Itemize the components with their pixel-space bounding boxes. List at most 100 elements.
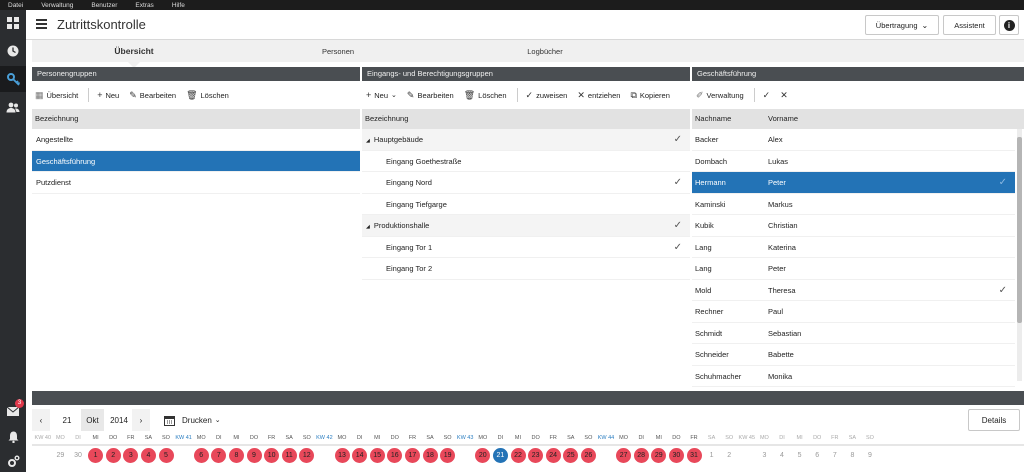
calendar-day[interactable]: 7	[827, 448, 842, 463]
tab-logbuecher[interactable]: Logbücher	[440, 40, 650, 62]
cancel-button[interactable]: ✕	[780, 90, 788, 100]
tree-item-row[interactable]: Eingang Goethestraße	[362, 151, 690, 172]
menu-extras[interactable]: Extras	[135, 2, 153, 9]
table-row[interactable]: Schuhmacher Monika	[692, 366, 1015, 387]
month-field[interactable]: Okt	[81, 409, 104, 431]
table-row[interactable]: Backer Alex	[692, 129, 1015, 151]
table-row[interactable]: Schneider Babette	[692, 344, 1015, 366]
kopieren-button[interactable]: ⧉ Kopieren	[630, 90, 669, 100]
scrollbar[interactable]	[1017, 129, 1022, 381]
uebertragung-dropdown[interactable]: Übertragung ⌄	[865, 15, 939, 35]
tree-item-row[interactable]: Eingang Tor 1 ✓	[362, 237, 690, 258]
next-month-button[interactable]: ›	[132, 409, 150, 431]
calendar-day[interactable]: 6	[810, 448, 825, 463]
details-button[interactable]: Details	[968, 409, 1020, 431]
calendar-icon[interactable]	[160, 409, 178, 431]
calendar-day[interactable]: 9	[863, 448, 878, 463]
entziehen-button[interactable]: ✕ entziehen	[577, 90, 620, 100]
calendar-day[interactable]: 17	[404, 448, 420, 463]
tab-personen[interactable]: Personen	[236, 40, 440, 62]
column-header-bezeichnung[interactable]: Bezeichnung	[362, 109, 690, 129]
zuweisen-button[interactable]: ✓ zuweisen	[526, 90, 568, 100]
table-row[interactable]: Kubik Christian	[692, 215, 1015, 237]
calendar-day[interactable]: 26	[580, 448, 596, 463]
calendar-day[interactable]: 8	[228, 448, 244, 463]
column-header-bezeichnung[interactable]: Bezeichnung	[32, 109, 360, 129]
calendar-day[interactable]: 3	[757, 448, 772, 463]
tree-item-row[interactable]: Eingang Nord ✓	[362, 172, 690, 194]
calendar-day[interactable]: 20	[475, 448, 491, 463]
day-field[interactable]: 21	[54, 409, 80, 431]
settings-icon[interactable]	[0, 448, 26, 474]
calendar-day[interactable]: 5	[792, 448, 807, 463]
prev-month-button[interactable]: ‹	[32, 409, 50, 431]
column-header-nachname[interactable]: Nachname	[695, 109, 731, 129]
list-item[interactable]: Angestellte	[32, 129, 360, 151]
tree-item-row[interactable]: Eingang Tor 2	[362, 258, 690, 280]
verwaltung-button[interactable]: ✐ Verwaltung	[696, 90, 744, 100]
bearbeiten-button[interactable]: ✎ Bearbeiten	[407, 90, 454, 100]
calendar-day[interactable]: 14	[352, 448, 368, 463]
loeschen-button[interactable]: 🗑 Löschen	[464, 90, 507, 100]
dashboard-icon[interactable]	[0, 10, 26, 36]
calendar-day[interactable]: 16	[387, 448, 403, 463]
calendar-day[interactable]: 5	[158, 448, 174, 463]
calendar-day[interactable]: 6	[193, 448, 209, 463]
loeschen-button[interactable]: 🗑 Löschen	[186, 90, 229, 100]
hamburger-menu-icon[interactable]	[36, 19, 47, 30]
table-row[interactable]: Schmidt Sebastian	[692, 323, 1015, 344]
table-row[interactable]: Mold Theresa ✓	[692, 280, 1015, 301]
tab-uebersicht[interactable]: Übersicht	[32, 40, 236, 68]
table-row[interactable]: Dombach Lukas	[692, 151, 1015, 172]
calendar-day[interactable]: 13	[334, 448, 350, 463]
calendar-day[interactable]: 21	[492, 448, 508, 463]
calendar-day[interactable]: 24	[545, 448, 561, 463]
calendar-day[interactable]: 3	[123, 448, 139, 463]
bell-icon[interactable]	[0, 424, 26, 450]
column-header-vorname[interactable]: Vorname	[768, 109, 798, 129]
neu-dropdown-button[interactable]: + Neu ⌄	[366, 90, 397, 100]
table-row[interactable]: Rechner Paul	[692, 301, 1015, 323]
drucken-dropdown[interactable]: Drucken ⌄	[182, 409, 232, 431]
table-row[interactable]: Kaminski Markus	[692, 194, 1015, 215]
menu-datei[interactable]: Datei	[8, 2, 23, 9]
calendar-day[interactable]: 30	[668, 448, 684, 463]
calendar-day[interactable]: 28	[633, 448, 649, 463]
calendar-day[interactable]: 25	[563, 448, 579, 463]
list-item[interactable]: Putzdienst	[32, 172, 360, 194]
bearbeiten-button[interactable]: ✎ Bearbeiten	[129, 90, 176, 100]
calendar-day[interactable]: 31	[686, 448, 702, 463]
calendar-day[interactable]: 15	[369, 448, 385, 463]
calendar-day[interactable]: 19	[440, 448, 456, 463]
calendar-day[interactable]: 27	[616, 448, 632, 463]
calendar-day[interactable]: 18	[422, 448, 438, 463]
menu-benutzer[interactable]: Benutzer	[91, 2, 117, 9]
clock-icon[interactable]	[0, 38, 26, 64]
calendar-day[interactable]: 12	[299, 448, 315, 463]
calendar-day[interactable]: 7	[211, 448, 227, 463]
key-icon[interactable]	[0, 66, 26, 92]
calendar-day[interactable]: 22	[510, 448, 526, 463]
calendar-day[interactable]: 2	[105, 448, 121, 463]
neu-button[interactable]: + Neu	[97, 90, 119, 100]
collapse-triangle-icon[interactable]: ◢	[366, 138, 370, 144]
year-field[interactable]: 2014	[106, 409, 132, 431]
tree-group-row[interactable]: ◢ Produktionshalle ✓	[362, 215, 690, 237]
mail-icon[interactable]: 3	[0, 398, 26, 424]
calendar-day[interactable]: 4	[775, 448, 790, 463]
calendar-day[interactable]: 29	[53, 448, 68, 463]
calendar-day[interactable]: 30	[71, 448, 86, 463]
table-row[interactable]: Lang Peter	[692, 258, 1015, 280]
calendar-day[interactable]: 4	[140, 448, 156, 463]
table-row[interactable]: Hermann Peter ✓	[692, 172, 1015, 194]
scrollbar-thumb[interactable]	[1017, 137, 1022, 323]
menu-hilfe[interactable]: Hilfe	[172, 2, 185, 9]
calendar-day[interactable]: 1	[704, 448, 719, 463]
calendar-day[interactable]: 10	[264, 448, 280, 463]
info-button[interactable]: i	[999, 15, 1019, 35]
tree-item-row[interactable]: Eingang Tiefgarge	[362, 194, 690, 215]
calendar-day[interactable]: 2	[722, 448, 737, 463]
confirm-button[interactable]: ✓	[763, 90, 771, 100]
collapse-triangle-icon[interactable]: ◢	[366, 224, 370, 230]
calendar-day[interactable]: 9	[246, 448, 262, 463]
